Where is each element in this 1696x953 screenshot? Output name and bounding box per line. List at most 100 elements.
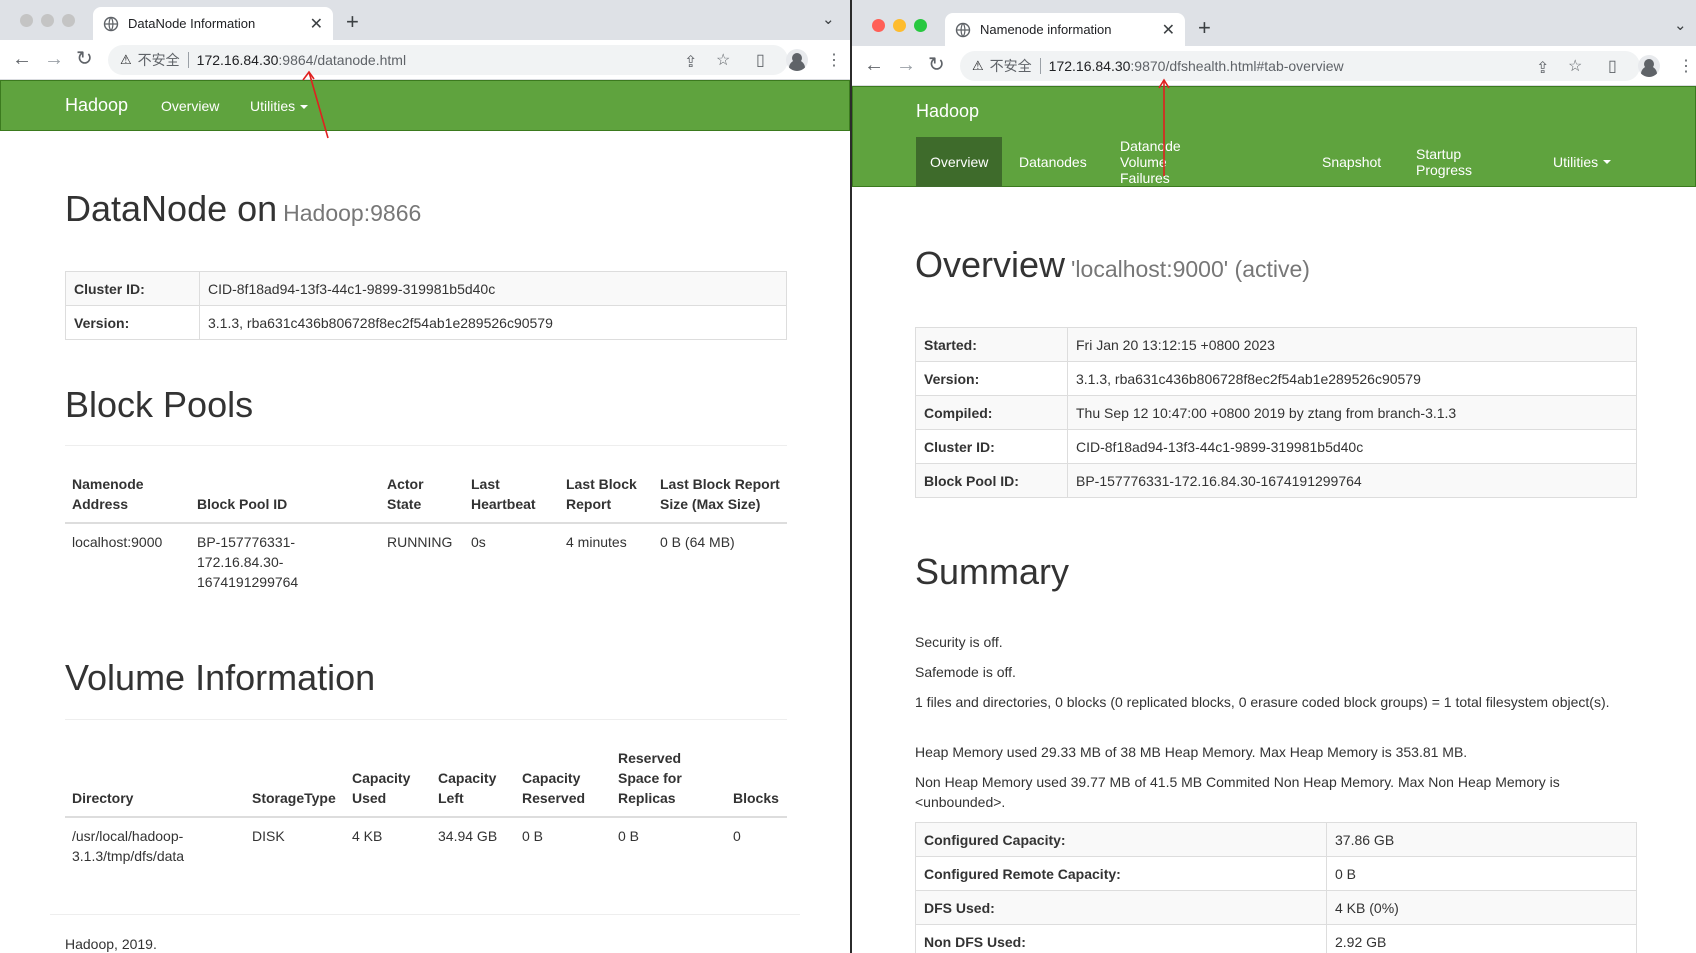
- tab-datanode-volume-failures[interactable]: Datanode Volume Failures: [1106, 137, 1195, 187]
- info-value: CID-8f18ad94-13f3-44c1-9899-319981b5d40c: [199, 271, 787, 306]
- tab-strip: Namenode information ✕ + ⌄: [852, 0, 1696, 46]
- divider: [65, 719, 787, 720]
- table-cell: 34.94 GB: [431, 816, 515, 874]
- table-cell: 0s: [464, 522, 559, 600]
- url-path: :9870/dfshealth.html#tab-overview: [1130, 58, 1344, 74]
- star-icon[interactable]: ☆: [716, 50, 730, 70]
- back-arrow-icon[interactable]: ←: [864, 54, 884, 76]
- table-cell: RUNNING: [380, 522, 464, 600]
- table-cell: /usr/local/hadoop-3.1.3/tmp/dfs/data: [65, 816, 245, 874]
- column-header: StorageType: [245, 740, 345, 818]
- tab-snapshot[interactable]: Snapshot: [1308, 137, 1395, 187]
- tab-utilities[interactable]: Utilities: [1539, 137, 1625, 187]
- share-icon[interactable]: ⇪: [684, 52, 697, 72]
- back-arrow-icon[interactable]: ←: [12, 48, 32, 70]
- url-host: 172.16.84.30: [196, 52, 279, 68]
- profile-avatar-icon[interactable]: [1638, 55, 1660, 77]
- column-header: Reserved Space for Replicas: [611, 740, 726, 818]
- overview-info-table: Started: Fri Jan 20 13:12:15 +0800 2023 V…: [915, 327, 1637, 498]
- window-controls: [872, 19, 927, 32]
- close-tab-icon[interactable]: ✕: [310, 14, 323, 34]
- table-cell: localhost:9000: [65, 522, 190, 600]
- info-value: 4 KB (0%): [1326, 890, 1637, 925]
- side-panel-icon[interactable]: ▯: [1608, 56, 1617, 76]
- reload-icon[interactable]: ↻: [928, 54, 945, 76]
- tab-datanodes[interactable]: Datanodes: [1005, 137, 1101, 187]
- info-value: BP-157776331-172.16.84.30-1674191299764: [1067, 463, 1637, 498]
- column-header: Capacity Used: [345, 740, 431, 818]
- column-header: Directory: [65, 740, 245, 818]
- nav-utilities-dropdown[interactable]: Utilities: [250, 98, 309, 114]
- browser-tab-namenode[interactable]: Namenode information ✕: [945, 13, 1185, 46]
- filesystem-objects-text: 1 files and directories, 0 blocks (0 rep…: [915, 694, 1610, 710]
- table-cell: BP-157776331-172.16.84.30-1674191299764: [190, 522, 380, 600]
- table-row: Block Pool ID: BP-157776331-172.16.84.30-…: [915, 463, 1637, 498]
- table-row: DFS Used: 4 KB (0%): [915, 890, 1637, 925]
- share-icon[interactable]: ⇪: [1536, 58, 1549, 78]
- table-row: Non DFS Used: 2.92 GB: [915, 924, 1637, 953]
- side-panel-icon[interactable]: ▯: [756, 50, 765, 70]
- profile-avatar-icon[interactable]: [786, 49, 808, 71]
- kebab-menu-icon[interactable]: ⋮: [826, 50, 842, 70]
- hadoop-brand-link[interactable]: Hadoop: [65, 95, 128, 116]
- globe-icon: [955, 22, 971, 37]
- address-bar[interactable]: ⚠ 不安全 172.16.84.30:9870/dfshealth.html#t…: [960, 51, 1640, 81]
- info-key: Compiled:: [915, 395, 1068, 430]
- column-header: Last Block Report: [559, 466, 653, 524]
- forward-arrow-icon[interactable]: →: [896, 54, 916, 76]
- warning-icon: ⚠: [120, 52, 132, 67]
- tab-title: DataNode Information: [128, 16, 256, 31]
- forward-arrow-icon[interactable]: →: [44, 48, 64, 70]
- column-header: Last Block Report Size (Max Size): [653, 466, 787, 524]
- table-header-row: Directory StorageType Capacity Used Capa…: [65, 740, 787, 818]
- tab-search-chevron-icon[interactable]: ⌄: [1674, 16, 1687, 34]
- minimize-window-button[interactable]: [893, 19, 906, 32]
- maximize-window-button[interactable]: [62, 14, 75, 27]
- close-window-button[interactable]: [20, 14, 33, 27]
- info-key: Cluster ID:: [915, 429, 1068, 464]
- column-header: Blocks: [726, 740, 787, 818]
- maximize-window-button[interactable]: [914, 19, 927, 32]
- url-path: :9864/datanode.html: [278, 52, 407, 68]
- divider: [1039, 58, 1041, 74]
- table-row: /usr/local/hadoop-3.1.3/tmp/dfs/data DIS…: [65, 816, 787, 874]
- caret-down-icon: [300, 105, 309, 110]
- new-tab-button[interactable]: +: [346, 8, 359, 36]
- address-bar[interactable]: ⚠ 不安全 172.16.84.30:9864/datanode.html ⇪ …: [108, 45, 788, 75]
- divider: [50, 914, 800, 915]
- star-icon[interactable]: ☆: [1568, 56, 1582, 76]
- nav-overview-link[interactable]: Overview: [161, 98, 219, 114]
- browser-toolbar: ← → ↻ ⚠ 不安全 172.16.84.30:9870/dfshealth.…: [852, 46, 1696, 86]
- not-secure-label: 不安全: [989, 58, 1032, 74]
- security-status-text: Security is off.: [915, 634, 1003, 650]
- tab-search-chevron-icon[interactable]: ⌄: [822, 10, 835, 28]
- info-value: CID-8f18ad94-13f3-44c1-9899-319981b5d40c: [1067, 429, 1637, 464]
- window-controls: [20, 14, 75, 27]
- new-tab-button[interactable]: +: [1198, 14, 1211, 42]
- info-value: 37.86 GB: [1326, 822, 1637, 857]
- table-row: Compiled: Thu Sep 12 10:47:00 +0800 2019 …: [915, 395, 1637, 430]
- volume-information-heading: Volume Information: [65, 657, 376, 698]
- volume-information-table: Directory StorageType Capacity Used Capa…: [65, 740, 787, 874]
- table-row: Cluster ID: CID-8f18ad94-13f3-44c1-9899-3…: [65, 271, 787, 306]
- hadoop-brand-link[interactable]: Hadoop: [916, 101, 979, 122]
- summary-heading: Summary: [915, 551, 1070, 592]
- close-window-button[interactable]: [872, 19, 885, 32]
- minimize-window-button[interactable]: [41, 14, 54, 27]
- tab-startup-progress[interactable]: Startup Progress: [1402, 137, 1486, 187]
- table-cell: 0 B (64 MB): [653, 522, 787, 600]
- table-row: Cluster ID: CID-8f18ad94-13f3-44c1-9899-3…: [915, 429, 1637, 464]
- datanode-browser-window: DataNode Information ✕ + ⌄ ← → ↻ ⚠ 不安全 1…: [0, 0, 850, 953]
- heap-memory-text: Heap Memory used 29.33 MB of 38 MB Heap …: [915, 744, 1468, 760]
- tab-overview[interactable]: Overview: [916, 137, 1003, 187]
- kebab-menu-icon[interactable]: ⋮: [1678, 56, 1694, 76]
- page-title-text: DataNode on: [65, 188, 278, 229]
- close-tab-icon[interactable]: ✕: [1162, 20, 1175, 40]
- reload-icon[interactable]: ↻: [76, 48, 93, 70]
- globe-icon: [103, 16, 119, 31]
- browser-toolbar: ← → ↻ ⚠ 不安全 172.16.84.30:9864/datanode.h…: [0, 40, 850, 80]
- browser-tab-datanode[interactable]: DataNode Information ✕: [93, 7, 333, 40]
- page-title: Overview'localhost:9000' (active): [915, 244, 1310, 286]
- info-key: Started:: [915, 327, 1068, 362]
- page-subtitle: Hadoop:9866: [283, 200, 422, 226]
